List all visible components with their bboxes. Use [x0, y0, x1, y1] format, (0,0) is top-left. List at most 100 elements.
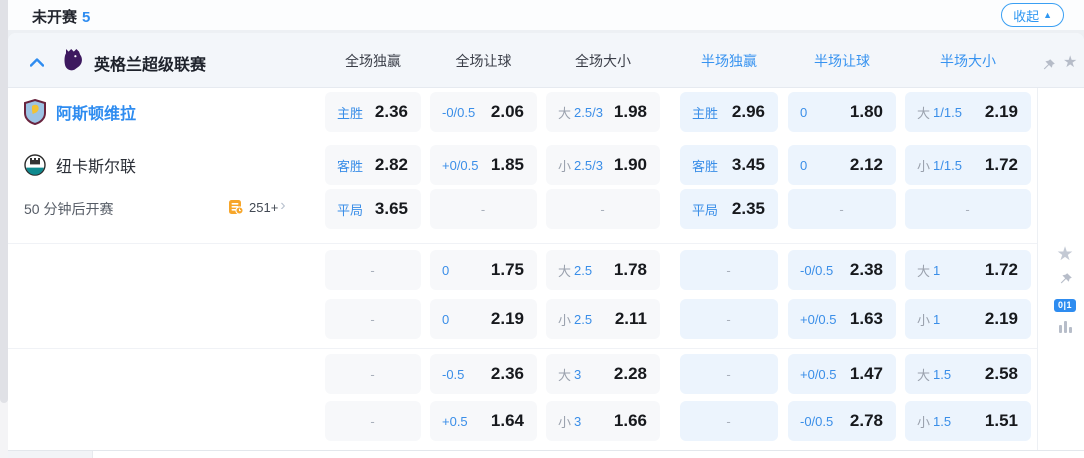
odds-cell[interactable]: 主胜2.96 — [680, 92, 778, 132]
odds-cell[interactable]: 大32.28 — [546, 354, 660, 394]
no-odds-dash: - — [481, 202, 485, 217]
odds-cell-empty: - — [325, 401, 421, 441]
next-section-divider — [92, 451, 93, 458]
odds-label: 1 — [933, 312, 940, 327]
no-odds-dash: - — [370, 367, 374, 382]
home-team[interactable]: 阿斯顿维拉 — [24, 92, 136, 132]
left-scrollbar-track[interactable] — [0, 0, 8, 458]
side-label: 大 — [558, 261, 571, 280]
side-label: 小 — [917, 412, 930, 431]
odds-cell[interactable]: 大2.5/31.98 — [546, 92, 660, 132]
collapse-button[interactable]: 收起 ▲ — [1001, 3, 1064, 27]
score-history-badge[interactable]: 0|1 — [1054, 299, 1076, 312]
side-label: 大 — [917, 365, 930, 384]
pin-icon[interactable] — [1058, 272, 1073, 291]
odds-cell-empty: - — [680, 354, 778, 394]
odds-value: 3.45 — [732, 155, 765, 175]
odds-cell[interactable]: 小12.19 — [905, 299, 1031, 339]
status-filter-tab[interactable]: 未开赛5 — [32, 6, 90, 27]
odds-cell[interactable]: 主胜2.36 — [325, 92, 421, 132]
odds-cell[interactable]: 01.80 — [788, 92, 896, 132]
column-header-full-handicap: 全场让球 — [430, 51, 537, 71]
odds-cell[interactable]: -0.52.36 — [430, 354, 537, 394]
odds-label: 0 — [442, 263, 449, 278]
odds-cell[interactable]: 01.75 — [430, 250, 537, 290]
odds-page: 未开赛5 收起 ▲ 英格兰超级联赛 全场独赢 全场让球 全场大小 半场独赢 半场… — [0, 0, 1084, 458]
odds-cell[interactable]: 02.12 — [788, 145, 896, 185]
odds-value: 2.78 — [850, 411, 883, 431]
odds-cell[interactable]: 小1.51.51 — [905, 401, 1031, 441]
odds-cell[interactable]: +0.51.64 — [430, 401, 537, 441]
odds-cell[interactable]: 客胜3.45 — [680, 145, 778, 185]
triangle-up-icon: ▲ — [1043, 11, 1052, 20]
odds-value: 2.82 — [375, 155, 408, 175]
group-divider — [8, 348, 1037, 349]
stats-chart-icon[interactable] — [1058, 320, 1073, 337]
odds-cell[interactable]: 平局 2.35 — [680, 189, 778, 229]
home-team-name[interactable]: 阿斯顿维拉 — [56, 100, 136, 124]
odds-value: 1.90 — [614, 155, 647, 175]
odds-label: 平局 — [337, 200, 363, 219]
left-scrollbar-thumb[interactable] — [0, 0, 8, 403]
rail-divider — [1037, 88, 1038, 450]
odds-label: 平局 — [692, 200, 718, 219]
odds-label: 0 — [800, 105, 807, 120]
side-label: 大 — [917, 261, 930, 280]
no-odds-dash: - — [726, 414, 730, 429]
match-tools-rail: ★ 0|1 — [1046, 241, 1084, 341]
odds-cell[interactable]: 客胜2.82 — [325, 145, 421, 185]
odds-cell[interactable]: 小2.52.11 — [546, 299, 660, 339]
more-markets-link[interactable]: 251+ › — [228, 199, 286, 215]
odds-cell[interactable]: -0/0.5 2.78 — [788, 401, 896, 441]
group-divider — [8, 243, 1037, 244]
pin-icon[interactable] — [1041, 58, 1056, 78]
odds-cell[interactable]: 大2.51.78 — [546, 250, 660, 290]
favorite-star-icon[interactable]: ★ — [1056, 245, 1073, 264]
odds-cell[interactable]: 大1.52.58 — [905, 354, 1031, 394]
start-time-info: 50 分钟后开赛 — [24, 199, 113, 219]
odds-cell-empty: - — [905, 189, 1031, 229]
league-name: 英格兰超级联赛 — [94, 51, 206, 75]
odds-cell[interactable]: 大11.72 — [905, 250, 1031, 290]
odds-cell[interactable]: 小2.5/31.90 — [546, 145, 660, 185]
odds-label: 0 — [442, 312, 449, 327]
chevron-up-icon[interactable] — [30, 54, 44, 72]
odds-cell[interactable]: 小31.66 — [546, 401, 660, 441]
odds-cell[interactable]: +0/0.51.63 — [788, 299, 896, 339]
odds-label: -0/0.5 — [800, 414, 833, 429]
odds-value: 1.63 — [850, 309, 883, 329]
odds-cell[interactable]: +0/0.51.47 — [788, 354, 896, 394]
more-markets-count: 251+ — [249, 200, 278, 215]
side-label: 小 — [558, 412, 571, 431]
league-header: 英格兰超级联赛 全场独赢 全场让球 全场大小 半场独赢 半场让球 半场大小 ★ — [8, 33, 1084, 88]
odds-cell[interactable]: 02.19 — [430, 299, 537, 339]
collapse-label: 收起 — [1013, 6, 1039, 25]
odds-value: 2.36 — [491, 364, 524, 384]
odds-value: 2.12 — [850, 155, 883, 175]
no-odds-dash: - — [726, 312, 730, 327]
odds-cell[interactable]: 大1/1.52.19 — [905, 92, 1031, 132]
odds-label: -0/0.5 — [800, 263, 833, 278]
odds-cell-empty: - — [546, 189, 660, 229]
status-label: 未开赛 — [32, 9, 77, 26]
odds-cell[interactable]: 小1/1.51.72 — [905, 145, 1031, 185]
star-icon[interactable]: ★ — [1063, 55, 1077, 71]
odds-value: 2.28 — [614, 364, 647, 384]
odds-cell[interactable]: -0/0.52.06 — [430, 92, 537, 132]
odds-cell[interactable]: 平局3.65 — [325, 189, 421, 229]
column-header-half-overunder: 半场大小 — [905, 51, 1031, 71]
odds-label: 3 — [574, 414, 581, 429]
odds-value: 2.35 — [732, 199, 765, 219]
next-section-preview — [8, 450, 1084, 458]
next-section-block — [8, 451, 92, 458]
away-team-name[interactable]: 纽卡斯尔联 — [56, 153, 136, 177]
odds-cell[interactable]: +0/0.51.85 — [430, 145, 537, 185]
odds-value: 2.11 — [615, 309, 647, 329]
away-team-crest-icon — [24, 154, 46, 176]
odds-cell[interactable]: -0/0.52.38 — [788, 250, 896, 290]
away-team[interactable]: 纽卡斯尔联 — [24, 145, 136, 185]
odds-value: 2.36 — [375, 102, 408, 122]
column-header-half-1x2: 半场独赢 — [680, 51, 778, 71]
odds-label: 1 — [933, 263, 940, 278]
odds-value: 1.51 — [985, 411, 1018, 431]
